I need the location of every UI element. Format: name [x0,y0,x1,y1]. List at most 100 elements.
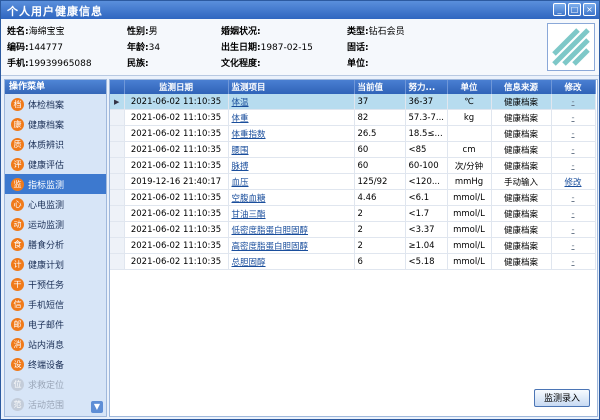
menu-item[interactable]: 康健康档案 [5,114,106,134]
age-field: 年龄:34 [127,43,161,53]
menu-item[interactable]: 计健康计划 [5,254,106,274]
edit-link[interactable]: - [571,257,574,267]
monitor-entry-button[interactable]: 监测录入 [534,389,590,407]
col-date[interactable]: 监测日期 [124,80,229,94]
col-source[interactable]: 信息来源 [491,80,552,94]
edit-link[interactable]: - [571,193,574,203]
menu-item[interactable]: 消站内消息 [5,334,106,354]
cell-edit: - [551,109,596,126]
cell-date: 2021-06-02 11:10:35 [124,205,229,222]
edit-link[interactable]: - [571,209,574,219]
diet-icon: 食 [11,237,24,251]
item-link[interactable]: 甘油三酯 [232,210,266,220]
menu-item[interactable]: 干干预任务 [5,274,106,294]
cell-value: 2 [354,221,406,238]
col-unit[interactable]: 单位 [447,80,492,94]
row-indicator [110,189,125,206]
item-link[interactable]: 体重指数 [232,130,266,140]
menu-item-label: 站内消息 [28,340,65,351]
cell-item: 体温 [228,94,355,110]
exercise-icon: 动 [11,217,24,231]
edit-link[interactable]: - [571,225,574,235]
cell-item: 空腹血糖 [228,189,355,206]
close-icon[interactable]: × [583,3,596,16]
table-row[interactable]: 2019-12-16 21:40:17 血压 125/92 <120... mmHg 手动… [110,173,596,190]
menu-item[interactable]: 心心电监测 [5,194,106,214]
cell-target: <3.37 [405,221,448,238]
table-row[interactable]: 2021-06-02 11:10:35 脉搏 60 60-100 次/分钟 健康档案 - [110,157,596,174]
menu-item[interactable]: 信手机短信 [5,294,106,314]
menu-item[interactable]: 评健康评估 [5,154,106,174]
cell-item: 高密度脂蛋白胆固醇 [228,237,355,254]
table-row[interactable]: 2021-06-02 11:10:35 体重指数 26.5 18.5≤... 健康档案 - [110,125,596,142]
menu-item-label: 活动范围 [28,400,65,411]
col-value[interactable]: 当前值 [354,80,406,94]
maximize-icon[interactable]: □ [568,3,581,16]
menu-item[interactable]: 食膳食分析 [5,234,106,254]
menu-item[interactable]: 质体质辨识 [5,134,106,154]
cell-value: 6 [354,253,406,270]
menu-item[interactable]: 监指标监测 [5,174,106,194]
cell-unit: kg [447,109,492,126]
table-row[interactable]: ▶ 2021-06-02 11:10:35 体温 37 36-37 ℃ 健康档案 - [110,94,596,110]
cell-source: 健康档案 [491,189,552,206]
header-indicator [110,80,125,94]
col-item[interactable]: 监测项目 [228,80,355,94]
cell-edit: - [551,205,596,222]
item-link[interactable]: 血压 [232,178,249,188]
item-link[interactable]: 总胆固醇 [232,258,266,268]
menu-item-label: 健康评估 [28,160,65,171]
item-link[interactable]: 腰围 [232,146,249,156]
marital-field: 婚姻状况: [221,27,261,37]
cell-target: <5.18 [405,253,448,270]
menu-item-label: 体质辨识 [28,140,65,151]
cell-target: <6.1 [405,189,448,206]
minimize-icon[interactable]: _ [553,3,566,16]
cell-unit: mmHg [447,173,492,190]
sms-icon: 信 [11,297,24,311]
unit-field: 单位: [347,59,369,69]
birth-field: 出生日期:1987-02-15 [221,43,313,53]
edit-link[interactable]: - [571,161,574,171]
title-bar[interactable]: 个人用户健康信息 _ □ × [1,1,599,19]
col-target[interactable]: 努力... [405,80,448,94]
table-row[interactable]: 2021-06-02 11:10:35 总胆固醇 6 <5.18 mmol/L 健康档案 - [110,253,596,270]
item-link[interactable]: 空腹血糖 [232,194,266,204]
edit-link[interactable]: - [571,129,574,139]
cell-unit: mmol/L [447,237,492,254]
table-row[interactable]: 2021-06-02 11:10:35 高密度脂蛋白胆固醇 2 ≥1.04 mmol/L… [110,237,596,254]
table-row[interactable]: 2021-06-02 11:10:35 甘油三酯 2 <1.7 mmol/L 健康档案 - [110,205,596,222]
table-row[interactable]: 2021-06-02 11:10:35 低密度脂蛋白胆固醇 2 <3.37 mmol/L… [110,221,596,238]
chevron-down-icon[interactable]: ▼ [91,401,103,413]
menu-item[interactable]: 邮电子邮件 [5,314,106,334]
item-link[interactable]: 低密度脂蛋白胆固醇 [232,226,309,236]
col-edit[interactable]: 修改 [551,80,596,94]
menu-item: 位求救定位 [5,374,106,394]
item-link[interactable]: 体重 [232,114,249,124]
table-row[interactable]: 2021-06-02 11:10:35 腰围 60 <85 cm 健康档案 - [110,141,596,158]
edit-link[interactable]: - [571,97,574,107]
table-header: 监测日期 监测项目 当前值 努力... 单位 信息来源 修改 [110,80,596,94]
item-link[interactable]: 脉搏 [232,162,249,172]
item-link[interactable]: 高密度脂蛋白胆固醇 [232,242,309,252]
menu-item[interactable]: 动运动监测 [5,214,106,234]
menu-item[interactable]: 档体检档案 [5,94,106,114]
cell-target: <1.7 [405,205,448,222]
table-row[interactable]: 2021-06-02 11:10:35 体重 82 57.3-7... kg 健康档案 - [110,109,596,126]
menu-header: 操作菜单 [5,80,106,94]
row-pointer-icon: ▶ [114,97,120,106]
cell-source: 健康档案 [491,125,552,142]
operation-menu: 操作菜单 档体检档案康健康档案质体质辨识评健康评估监指标监测心心电监测动运动监测… [4,79,107,417]
edit-link[interactable]: - [571,241,574,251]
menu-item[interactable]: 设终端设备 [5,354,106,374]
table-row[interactable]: 2021-06-02 11:10:35 空腹血糖 4.46 <6.1 mmol/L 健康档… [110,189,596,206]
edit-link[interactable]: - [571,113,574,123]
menu-item-label: 手机短信 [28,300,65,311]
edit-link[interactable]: 修改 [564,178,581,188]
cell-value: 2 [354,237,406,254]
cell-unit: cm [447,141,492,158]
monitor-table: 监测日期 监测项目 当前值 努力... 单位 信息来源 修改 ▶ 2021-06-… [110,80,596,270]
item-link[interactable]: 体温 [232,98,249,108]
cell-item: 低密度脂蛋白胆固醇 [228,221,355,238]
edit-link[interactable]: - [571,145,574,155]
